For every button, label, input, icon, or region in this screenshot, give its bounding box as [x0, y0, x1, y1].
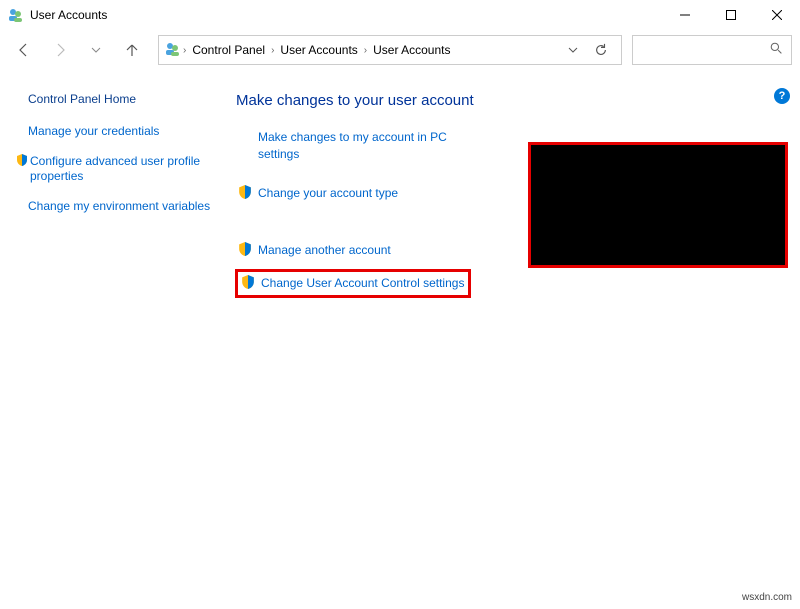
action-change-uac-highlighted[interactable]: Change User Account Control settings	[235, 269, 471, 298]
chevron-right-icon: ›	[362, 45, 369, 56]
maximize-button[interactable]	[708, 0, 754, 30]
sidebar-link-label: Manage your credentials	[28, 124, 159, 140]
action-link-label: Change your account type	[258, 185, 398, 202]
navbar: › Control Panel › User Accounts › User A…	[0, 30, 800, 70]
address-bar[interactable]: › Control Panel › User Accounts › User A…	[158, 35, 622, 65]
sidebar-link-label: Change my environment variables	[28, 199, 210, 215]
sidebar-link-env-vars[interactable]: Change my environment variables	[16, 199, 216, 215]
breadcrumb-user-accounts[interactable]: User Accounts	[369, 43, 454, 57]
shield-icon	[16, 154, 28, 166]
back-button[interactable]	[8, 34, 40, 66]
action-link-label: Make changes to my account in PC setting…	[258, 129, 458, 163]
user-accounts-icon	[8, 7, 24, 23]
window-controls	[662, 0, 800, 30]
history-dropdown-button[interactable]	[559, 36, 587, 64]
sidebar-heading[interactable]: Control Panel Home	[16, 92, 216, 106]
breadcrumb-user-accounts-category[interactable]: User Accounts	[276, 43, 361, 57]
shield-icon	[238, 242, 258, 256]
close-button[interactable]	[754, 0, 800, 30]
shield-icon	[238, 185, 258, 199]
shield-icon	[241, 275, 261, 289]
search-icon	[770, 42, 783, 58]
titlebar: User Accounts	[0, 0, 800, 30]
up-button[interactable]	[116, 34, 148, 66]
recent-dropdown-icon[interactable]	[80, 34, 112, 66]
account-info-tile-redacted	[528, 142, 788, 268]
minimize-button[interactable]	[662, 0, 708, 30]
window-title: User Accounts	[30, 8, 107, 22]
refresh-button[interactable]	[587, 36, 615, 64]
sidebar: Control Panel Home Manage your credentia…	[16, 80, 216, 308]
watermark: wsxdn.com	[742, 592, 792, 603]
location-icon	[165, 41, 181, 60]
chevron-right-icon: ›	[181, 45, 188, 56]
action-link-label: Manage another account	[258, 242, 391, 259]
sidebar-link-advanced-profile[interactable]: Configure advanced user profile properti…	[16, 154, 216, 185]
breadcrumb-control-panel[interactable]: Control Panel	[188, 43, 269, 57]
forward-button[interactable]	[44, 34, 76, 66]
sidebar-link-label: Configure advanced user profile properti…	[30, 154, 216, 185]
sidebar-link-manage-credentials[interactable]: Manage your credentials	[16, 124, 216, 140]
page-title: Make changes to your user account	[236, 92, 784, 109]
search-input[interactable]	[632, 35, 792, 65]
chevron-right-icon: ›	[269, 45, 276, 56]
action-link-label: Change User Account Control settings	[261, 275, 464, 292]
